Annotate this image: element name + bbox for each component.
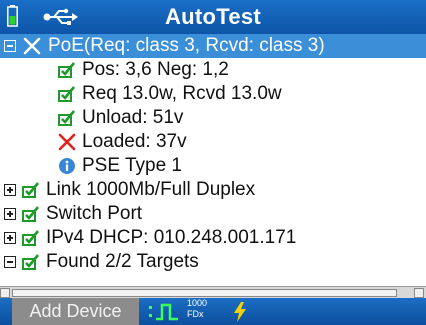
tree-item-loaded-voltage[interactable]: Loaded: 37v [58, 130, 187, 154]
tree-item-power[interactable]: Req 13.0w, Rcvd 13.0w [58, 82, 282, 106]
tree-item-ipv4-dhcp[interactable]: IPv4 DHCP: 010.248.001.171 [4, 226, 296, 250]
tree-item-label: PSE Type 1 [82, 155, 182, 176]
tree-item-label: PoE(Req: class 3, Rcvd: class 3) [48, 35, 325, 56]
scroll-right-arrow-icon[interactable] [414, 288, 424, 298]
link-speed-readout: 1000 FDx [187, 298, 207, 320]
duplex-mode: FDx [187, 309, 204, 319]
collapse-icon[interactable] [4, 256, 16, 268]
info-icon [59, 158, 75, 174]
collapse-icon[interactable] [4, 40, 16, 52]
tree-item-unload-voltage[interactable]: Unload: 51v [58, 106, 183, 130]
scrollbar-thumb[interactable] [12, 289, 397, 297]
tree-item-label: Switch Port [46, 203, 143, 224]
tree-item-pair-assignment[interactable]: Pos: 3,6 Neg: 1,2 [58, 58, 229, 82]
add-device-button[interactable]: Add Device [12, 298, 139, 325]
pass-check-icon [22, 254, 40, 270]
tree-item-link[interactable]: Link 1000Mb/Full Duplex [4, 178, 255, 202]
tree-item-label: Req 13.0w, Rcvd 13.0w [82, 83, 282, 104]
scroll-left-arrow-icon[interactable] [0, 288, 10, 298]
fail-x-icon [58, 133, 76, 151]
tree-item-pse-type[interactable]: PSE Type 1 [58, 154, 182, 178]
link-pulse-icon [149, 303, 178, 321]
tree-item-label: IPv4 DHCP: 010.248.001.171 [46, 227, 297, 248]
pass-check-icon [58, 110, 76, 126]
tree-item-poe[interactable]: PoE(Req: class 3, Rcvd: class 3) [0, 34, 426, 58]
pass-check-icon [58, 62, 76, 78]
expand-icon[interactable] [4, 232, 16, 244]
fail-x-icon [23, 37, 41, 55]
pass-check-icon [58, 86, 76, 102]
expand-icon[interactable] [4, 208, 16, 220]
tree-item-label: Link 1000Mb/Full Duplex [46, 179, 256, 200]
tree-item-label: Found 2/2 Targets [46, 251, 199, 272]
tree-item-label: Pos: 3,6 Neg: 1,2 [82, 59, 229, 80]
poe-power-bolt-icon [234, 302, 246, 322]
tree-item-label: Loaded: 37v [82, 131, 187, 152]
tree-item-found-targets[interactable]: Found 2/2 Targets [4, 250, 199, 274]
app-title: AutoTest [164, 4, 262, 29]
bottom-bar: Add Device 1000 FDx [0, 298, 426, 325]
pass-check-icon [22, 206, 40, 222]
tree-item-label: Unload: 51v [82, 107, 184, 128]
pass-check-icon [22, 182, 40, 198]
tree-item-switch-port[interactable]: Switch Port [4, 202, 142, 226]
title-bar: AutoTest [0, 0, 426, 34]
pass-check-icon [22, 230, 40, 246]
autotest-results-tree: PoE(Req: class 3, Rcvd: class 3) Pos: 3,… [0, 34, 426, 286]
link-speed: 1000 [187, 298, 208, 308]
expand-icon[interactable] [4, 184, 16, 196]
